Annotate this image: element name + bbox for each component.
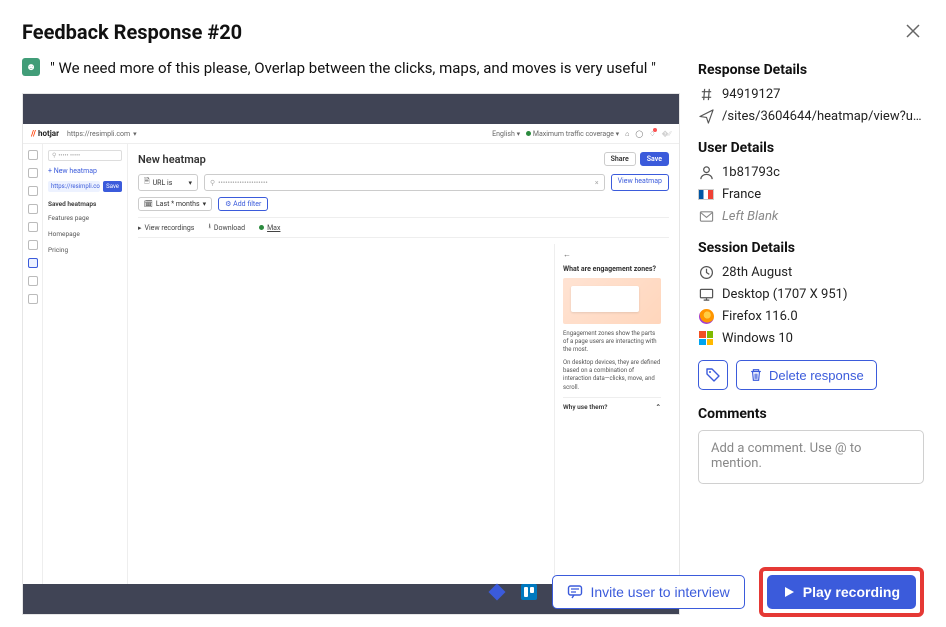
response-details-heading: Response Details xyxy=(698,62,924,78)
menu-icon: �∕∕ xyxy=(661,130,671,138)
rail-icon xyxy=(28,294,38,304)
panel-text: On desktop devices, they are defined bas… xyxy=(563,359,661,391)
coverage-indicator: Maximum traffic coverage ▾ xyxy=(526,130,619,138)
panel-why-row: Why use them?⌃ xyxy=(563,397,661,411)
screenshot-topbar: // hotjar https://resimpli.com ▾ English… xyxy=(23,124,679,144)
date-filter: 🗓 Last * months ▾ xyxy=(138,197,212,211)
respondent-avatar: ☻ xyxy=(22,58,40,76)
session-viewport-row: Desktop (1707 X 951) xyxy=(698,286,924,302)
user-icon xyxy=(698,164,714,180)
share-button: Share xyxy=(604,152,636,166)
windows-icon xyxy=(698,330,714,346)
rail-icon xyxy=(28,240,38,250)
mail-icon xyxy=(698,208,714,224)
close-button[interactable] xyxy=(902,20,924,42)
trash-icon xyxy=(749,368,763,382)
url-condition-select: 🗎 URL is ▾ xyxy=(138,174,198,191)
clock-icon xyxy=(698,264,714,280)
trello-integration-icon[interactable] xyxy=(520,583,538,601)
tab-download: ⭳ Download xyxy=(208,222,245,233)
url-input: ⚲•••••••••••••••••••••× xyxy=(204,174,605,191)
tag-button[interactable] xyxy=(698,360,728,390)
tag-icon xyxy=(705,367,721,383)
comments-heading: Comments xyxy=(698,406,924,422)
domain-selector: https://resimpli.com ▾ xyxy=(67,130,137,138)
panel-illustration xyxy=(563,278,661,324)
user-country-row: France xyxy=(698,186,924,202)
sidebar-save-button: Save xyxy=(103,181,122,192)
firefox-icon xyxy=(698,308,714,324)
page-title: Feedback Response #20 xyxy=(22,20,242,44)
user-details-heading: User Details xyxy=(698,140,924,156)
play-recording-button[interactable]: Play recording xyxy=(767,575,916,609)
sidebar-url: https://resimpli.com/f… xyxy=(48,181,100,192)
rail-icon xyxy=(28,150,38,160)
hash-icon xyxy=(698,86,714,102)
heatmap-title: New heatmap xyxy=(138,153,206,166)
panel-text: Engagement zones show the parts of a pag… xyxy=(563,330,661,354)
saved-heatmap-item: Features page xyxy=(48,212,122,224)
session-browser-row: Firefox 116.0 xyxy=(698,308,924,324)
language-selector: English ▾ xyxy=(492,130,520,138)
rail-icon xyxy=(28,204,38,214)
saved-heatmap-item: Homepage xyxy=(48,228,122,240)
invite-user-button[interactable]: Invite user to interview xyxy=(552,575,744,609)
user-icon: ◯ xyxy=(635,130,643,138)
back-arrow-icon: ← xyxy=(563,250,571,259)
home-icon: ⌂ xyxy=(625,130,629,138)
desktop-icon xyxy=(698,286,714,302)
add-filter-button: ⚙ Add filter xyxy=(218,197,268,211)
engagement-panel: ← What are engagement zones? Engagement … xyxy=(554,244,669,576)
new-heatmap-link: + New heatmap xyxy=(48,165,122,177)
saved-heatmaps-header: Saved heatmaps xyxy=(48,200,122,208)
play-icon xyxy=(783,586,795,598)
screenshot-preview: // hotjar https://resimpli.com ▾ English… xyxy=(22,93,680,615)
chevron-up-icon: ⌃ xyxy=(656,403,661,411)
jira-integration-icon[interactable] xyxy=(488,583,506,601)
play-recording-highlight: Play recording xyxy=(759,567,924,617)
hotjar-logo: // hotjar xyxy=(31,129,59,138)
response-id-row: 94919127 xyxy=(698,86,924,102)
screenshot-main: New heatmap Share Save 🗎 URL is ▾ ⚲•••••… xyxy=(128,144,679,584)
user-email-row: Left Blank xyxy=(698,208,924,224)
save-button: Save xyxy=(640,152,669,166)
session-os-row: Windows 10 xyxy=(698,330,924,346)
rail-icon xyxy=(28,186,38,196)
response-path-row: /sites/3604644/heatmap/view?u… xyxy=(698,108,924,124)
rail-icon xyxy=(28,276,38,286)
panel-heading: What are engagement zones? xyxy=(563,265,661,273)
rail-icon xyxy=(28,222,38,232)
rail-icon-active xyxy=(28,258,38,268)
notifications-icon: ♢ xyxy=(649,130,655,138)
tab-max: Max xyxy=(259,222,280,233)
tab-view-recordings: ▸ View recordings xyxy=(138,222,194,233)
saved-heatmap-item: Pricing xyxy=(48,244,122,256)
comment-input[interactable]: Add a comment. Use @ to mention. xyxy=(698,430,924,484)
session-date-row: 28th August xyxy=(698,264,924,280)
chat-icon xyxy=(567,584,583,600)
rail-icon xyxy=(28,168,38,178)
flag-france-icon xyxy=(698,186,714,202)
user-id-row: 1b81793c xyxy=(698,164,924,180)
close-icon xyxy=(906,24,920,38)
nav-rail xyxy=(23,144,43,584)
send-icon xyxy=(698,108,714,124)
delete-response-button[interactable]: Delete response xyxy=(736,360,877,390)
session-details-heading: Session Details xyxy=(698,240,924,256)
view-heatmap-button: View heatmap xyxy=(611,174,669,191)
sidebar-search: ⚲••••• ••••• xyxy=(48,150,122,161)
feedback-quote: " We need more of this please, Overlap b… xyxy=(50,58,656,79)
screenshot-sidebar: ⚲••••• ••••• + New heatmap https://resim… xyxy=(43,144,128,584)
